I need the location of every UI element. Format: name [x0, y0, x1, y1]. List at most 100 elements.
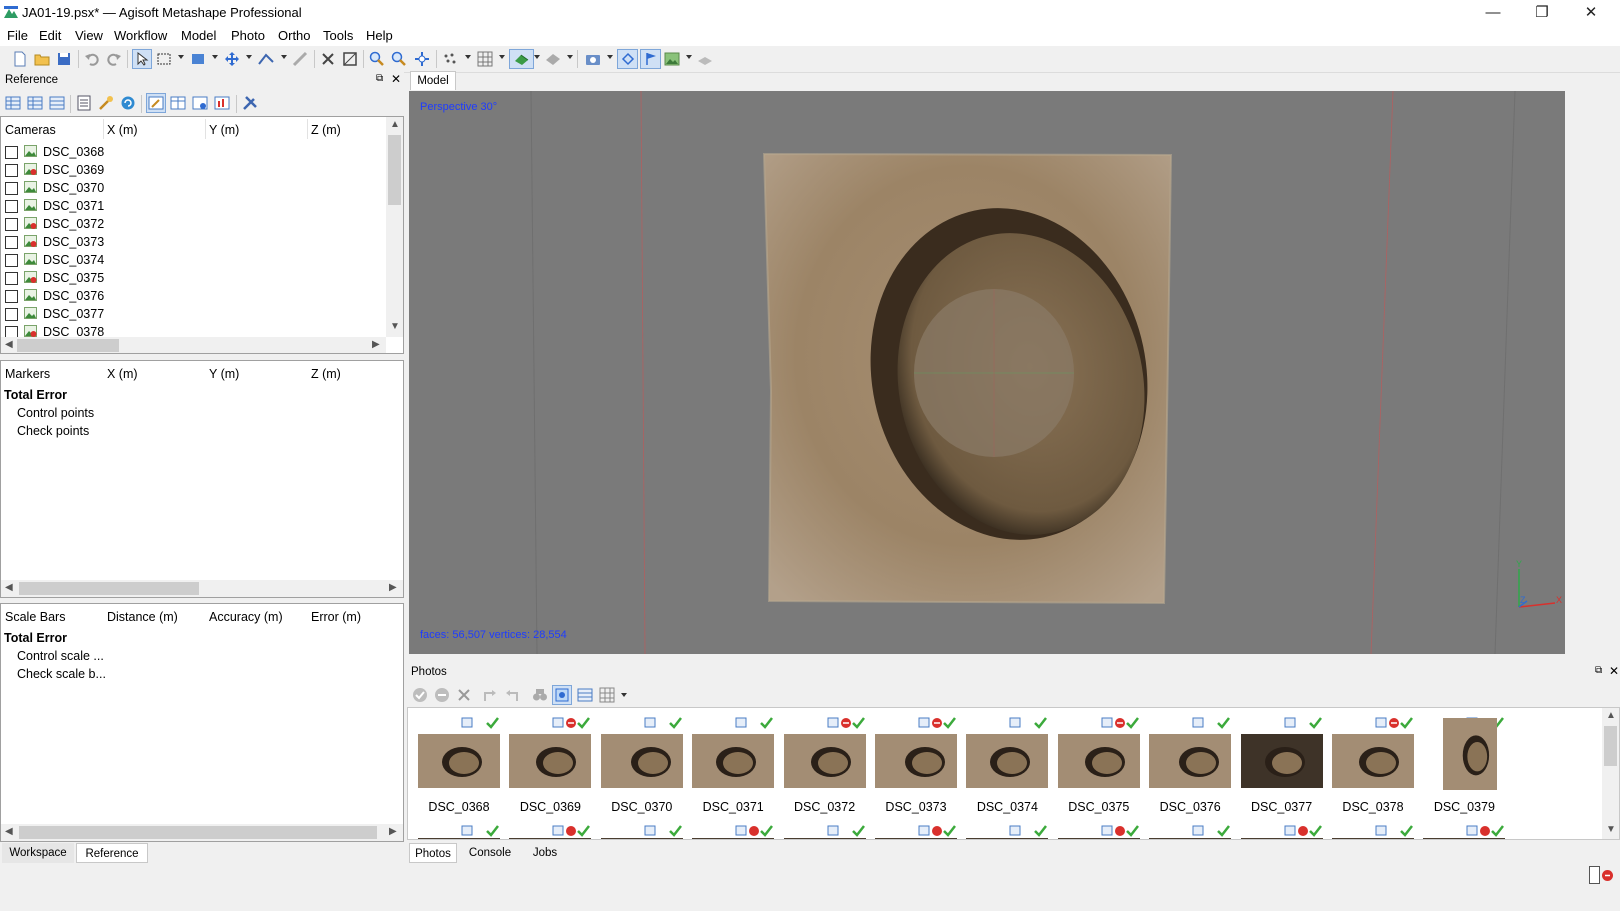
photo-image[interactable] [875, 734, 957, 788]
camera-row[interactable]: DSC_0377 [1, 305, 386, 323]
filter-binoculars-icon[interactable] [532, 687, 548, 703]
menu-tools[interactable]: Tools [323, 28, 353, 43]
camera-checkbox[interactable] [5, 218, 18, 231]
photo-image[interactable] [418, 734, 500, 788]
show-images-icon[interactable] [664, 51, 680, 67]
wireframe-grid-icon[interactable] [477, 51, 493, 67]
cameras-hscroll-thumb[interactable] [17, 339, 119, 352]
optimize-cameras-icon[interactable] [98, 95, 114, 111]
zoom-in-icon[interactable] [369, 51, 385, 67]
photo-image[interactable] [692, 734, 775, 788]
model-textured-button[interactable] [509, 49, 534, 69]
camera-checkbox[interactable] [5, 200, 18, 213]
column-header-accuracy[interactable]: Accuracy (m) [209, 610, 283, 624]
menu-file[interactable]: File [7, 28, 28, 43]
model-viewport[interactable]: Perspective 30° faces: 56,507 vertices: … [409, 91, 1565, 654]
markers-hscroll-thumb[interactable] [19, 582, 199, 595]
image-quality-icon[interactable] [577, 687, 593, 703]
view-grid-icon[interactable] [599, 687, 615, 703]
rotate-right-icon[interactable] [504, 687, 520, 703]
model-scene[interactable] [409, 91, 1565, 654]
photo-image[interactable] [600, 734, 683, 788]
menu-edit[interactable]: Edit [39, 28, 61, 43]
float-panel-icon[interactable]: ⧉ [1595, 665, 1602, 676]
tab-workspace[interactable]: Workspace [2, 843, 74, 863]
show-flags-button[interactable] [640, 49, 661, 69]
undo-icon[interactable] [84, 51, 100, 67]
column-header-markers[interactable]: Markers [5, 367, 50, 381]
camera-row[interactable]: DSC_0374 [1, 251, 386, 269]
camera-row[interactable]: DSC_0369 [1, 161, 386, 179]
column-header-scale-bars[interactable]: Scale Bars [5, 610, 65, 624]
move-object-icon[interactable] [190, 51, 206, 67]
view-estimated-icon[interactable] [170, 95, 186, 111]
update-transform-icon[interactable] [120, 95, 136, 111]
camera-checkbox[interactable] [5, 254, 18, 267]
column-header-cameras[interactable]: Cameras [5, 123, 56, 137]
rotate-left-icon[interactable] [482, 687, 498, 703]
tab-jobs[interactable]: Jobs [524, 843, 566, 863]
redo-icon[interactable] [106, 51, 122, 67]
camera-row[interactable]: DSC_0372 [1, 215, 386, 233]
tab-model[interactable]: Model [410, 71, 456, 90]
crop-selection-icon[interactable] [342, 51, 358, 67]
camera-row[interactable]: DSC_0370 [1, 179, 386, 197]
cameras-vertical-scrollbar[interactable]: ▲ ▼ [386, 117, 403, 337]
scale-bars-hscroll-thumb[interactable] [19, 826, 377, 839]
scale-bars-horizontal-scrollbar[interactable]: ◀ ▶ [1, 824, 403, 841]
menu-view[interactable]: View [75, 28, 103, 43]
column-header-z[interactable]: Z (m) [311, 367, 341, 381]
menu-ortho[interactable]: Ortho [278, 28, 311, 43]
point-cloud-icon[interactable] [442, 51, 458, 67]
column-header-distance[interactable]: Distance (m) [107, 610, 178, 624]
camera-row[interactable]: DSC_0375 [1, 269, 386, 287]
column-header-x[interactable]: X (m) [107, 123, 138, 137]
status-warning-icon[interactable] [1601, 869, 1614, 882]
photo-image[interactable] [1240, 734, 1323, 788]
show-markers-button[interactable] [617, 49, 638, 69]
tab-photos[interactable]: Photos [409, 843, 457, 863]
view-errors-icon[interactable] [192, 95, 208, 111]
maximize-button[interactable]: ❐ [1519, 0, 1565, 26]
delete-selection-icon[interactable] [320, 51, 336, 67]
column-header-x[interactable]: X (m) [107, 367, 138, 381]
rectangle-selection-icon[interactable] [156, 51, 172, 67]
photos-vertical-scrollbar[interactable]: ▲ ▼ [1602, 708, 1619, 839]
close-panel-icon[interactable]: ✕ [391, 72, 401, 86]
menu-workflow[interactable]: Workflow [114, 28, 167, 43]
view-variance-icon[interactable] [214, 95, 230, 111]
menu-photo[interactable]: Photo [231, 28, 265, 43]
markers-horizontal-scrollbar[interactable]: ◀ ▶ [1, 580, 403, 597]
tab-console[interactable]: Console [462, 843, 518, 863]
show-cameras-icon[interactable] [585, 51, 601, 67]
navigation-tool-button[interactable] [132, 49, 152, 69]
photo-image[interactable] [783, 734, 866, 788]
reset-view-icon[interactable] [414, 51, 430, 67]
camera-row[interactable]: DSC_0373 [1, 233, 386, 251]
photo-image[interactable] [1149, 734, 1232, 788]
new-document-icon[interactable] [12, 51, 28, 67]
convert-reference-icon[interactable] [49, 95, 65, 111]
column-header-y[interactable]: Y (m) [209, 123, 239, 137]
camera-row[interactable]: DSC_0368 [1, 143, 386, 161]
ruler-icon[interactable] [292, 51, 308, 67]
check-points-row[interactable]: Check points [17, 424, 89, 438]
column-header-y[interactable]: Y (m) [209, 367, 239, 381]
minimize-button[interactable]: — [1470, 0, 1516, 26]
menu-help[interactable]: Help [366, 28, 393, 43]
reference-settings-icon[interactable] [242, 95, 258, 111]
camera-checkbox[interactable] [5, 182, 18, 195]
cameras-vscroll-thumb[interactable] [388, 135, 401, 205]
export-reference-icon[interactable] [27, 95, 43, 111]
check-scale-row[interactable]: Check scale b... [17, 667, 106, 681]
camera-checkbox[interactable] [5, 290, 18, 303]
camera-checkbox[interactable] [5, 236, 18, 249]
enable-cameras-icon[interactable] [412, 687, 428, 703]
column-header-error[interactable]: Error (m) [311, 610, 361, 624]
open-folder-icon[interactable] [34, 51, 50, 67]
column-header-z[interactable]: Z (m) [311, 123, 341, 137]
tab-reference[interactable]: Reference [76, 843, 148, 863]
camera-checkbox[interactable] [5, 164, 18, 177]
menu-model[interactable]: Model [181, 28, 216, 43]
photo-image[interactable] [1057, 734, 1140, 788]
